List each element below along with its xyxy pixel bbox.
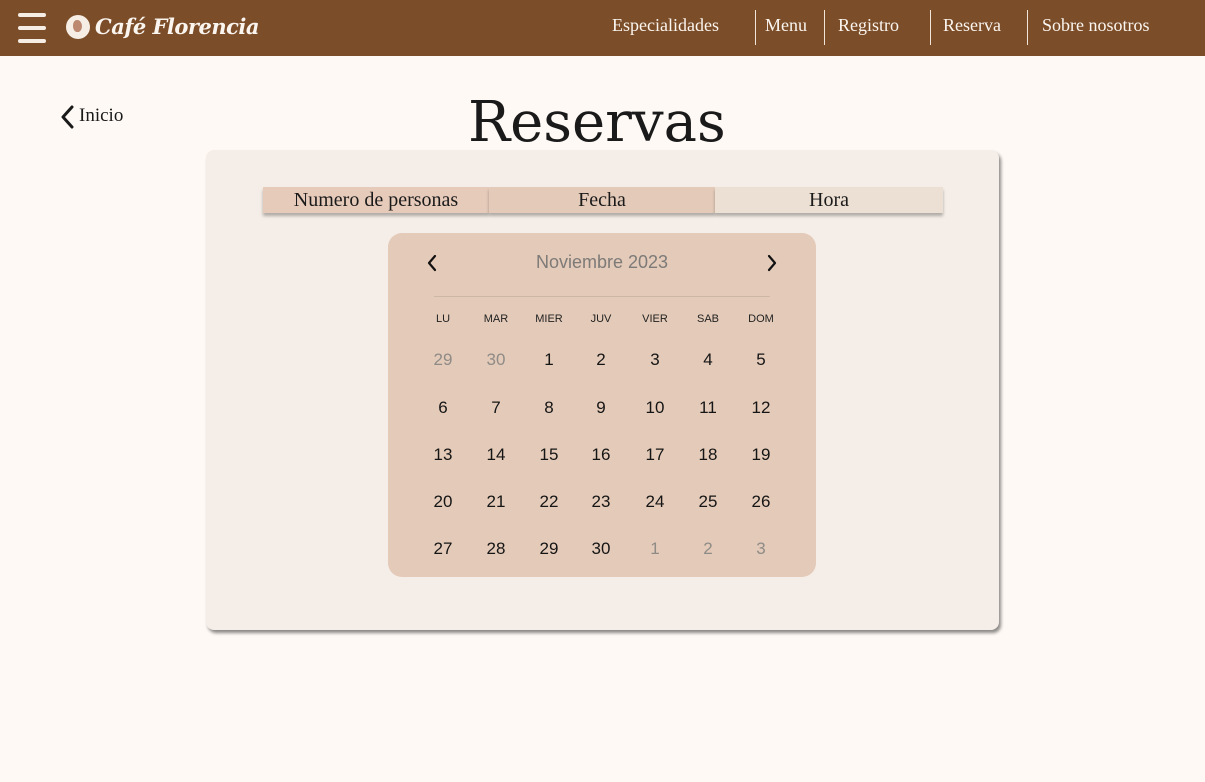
hamburger-menu-icon[interactable]	[18, 11, 46, 45]
hamburger-line	[18, 26, 46, 30]
calendar-weekday-header: JUV	[590, 313, 612, 325]
nav-divider	[1027, 10, 1028, 45]
nav-divider	[824, 10, 825, 45]
calendar-day[interactable]: 28	[476, 539, 516, 559]
calendar-day[interactable]: 14	[476, 445, 516, 465]
calendar-day[interactable]: 8	[529, 398, 569, 418]
hamburger-line	[18, 13, 46, 17]
calendar-day[interactable]: 30	[581, 539, 621, 559]
calendar-day[interactable]: 7	[476, 398, 516, 418]
calendar-weekday-header: LU	[435, 313, 451, 325]
calendar-day[interactable]: 29	[529, 539, 569, 559]
calendar-day[interactable]: 17	[635, 445, 675, 465]
calendar-day[interactable]: 22	[529, 492, 569, 512]
nav-link-especialidades[interactable]: Especialidades	[612, 15, 719, 36]
tab-numero-de-personas[interactable]: Numero de personas	[263, 187, 489, 213]
coffee-logo-icon	[66, 15, 90, 39]
calendar-day[interactable]: 27	[423, 539, 463, 559]
nav-divider	[755, 10, 756, 45]
calendar-day[interactable]: 11	[688, 398, 728, 418]
calendar-weekday-header: MIER	[535, 313, 563, 325]
tab-fecha[interactable]: Fecha	[489, 187, 715, 213]
calendar-day[interactable]: 13	[423, 445, 463, 465]
calendar-weekday-header: VIER	[642, 313, 668, 325]
calendar-day-outside-month[interactable]: 30	[476, 350, 516, 370]
calendar-day[interactable]: 4	[688, 350, 728, 370]
calendar-day[interactable]: 3	[635, 350, 675, 370]
calendar-day[interactable]: 21	[476, 492, 516, 512]
calendar-divider	[434, 296, 770, 297]
reservation-tabs: Numero de personas Fecha Hora	[263, 187, 943, 213]
calendar-day[interactable]: 16	[581, 445, 621, 465]
calendar-day[interactable]: 10	[635, 398, 675, 418]
hamburger-line	[18, 39, 46, 43]
calendar-month-label: Noviembre 2023	[535, 252, 669, 272]
calendar-weekday-header: SAB	[696, 313, 719, 325]
calendar-day[interactable]: 12	[741, 398, 781, 418]
calendar-day[interactable]: 24	[635, 492, 675, 512]
back-link-label: Inicio	[79, 105, 124, 126]
calendar-day[interactable]: 20	[423, 492, 463, 512]
page-title: Reservas	[468, 90, 726, 155]
calendar-weekday-header: MAR	[483, 313, 509, 325]
calendar-day-outside-month[interactable]: 29	[423, 350, 463, 370]
calendar-day-outside-month[interactable]: 1	[635, 539, 675, 559]
nav-link-reserva[interactable]: Reserva	[943, 15, 1001, 36]
calendar-day[interactable]: 18	[688, 445, 728, 465]
calendar-day[interactable]: 1	[529, 350, 569, 370]
calendar-day-outside-month[interactable]: 2	[688, 539, 728, 559]
calendar-day[interactable]: 26	[741, 492, 781, 512]
calendar-weekday-header: DOM	[748, 313, 774, 325]
nav-link-menu[interactable]: Menu	[765, 15, 807, 36]
calendar-day[interactable]: 15	[529, 445, 569, 465]
calendar-day[interactable]: 5	[741, 350, 781, 370]
calendar-day[interactable]: 23	[581, 492, 621, 512]
calendar-day[interactable]: 6	[423, 398, 463, 418]
nav-link-registro[interactable]: Registro	[838, 15, 899, 36]
nav-link-sobre-nosotros[interactable]: Sobre nosotros	[1042, 15, 1150, 36]
nav-divider	[930, 10, 931, 45]
brand-name: Café Florencia	[95, 14, 259, 39]
calendar-day[interactable]: 9	[581, 398, 621, 418]
calendar-day[interactable]: 25	[688, 492, 728, 512]
calendar-day[interactable]: 19	[741, 445, 781, 465]
calendar-day[interactable]: 2	[581, 350, 621, 370]
reservation-panel: Numero de personas Fecha Hora Noviembre …	[206, 150, 999, 630]
top-navigation-bar: Café Florencia Especialidades Menu Regis…	[0, 0, 1205, 56]
date-picker-calendar: Noviembre 2023 LU MAR MIER JUV VIER SAB DOM 29 3…	[388, 233, 816, 577]
calendar-day-outside-month[interactable]: 3	[741, 539, 781, 559]
chevron-left-icon	[61, 105, 74, 129]
tab-hora[interactable]: Hora	[715, 187, 943, 213]
next-month-icon[interactable]	[762, 254, 780, 272]
